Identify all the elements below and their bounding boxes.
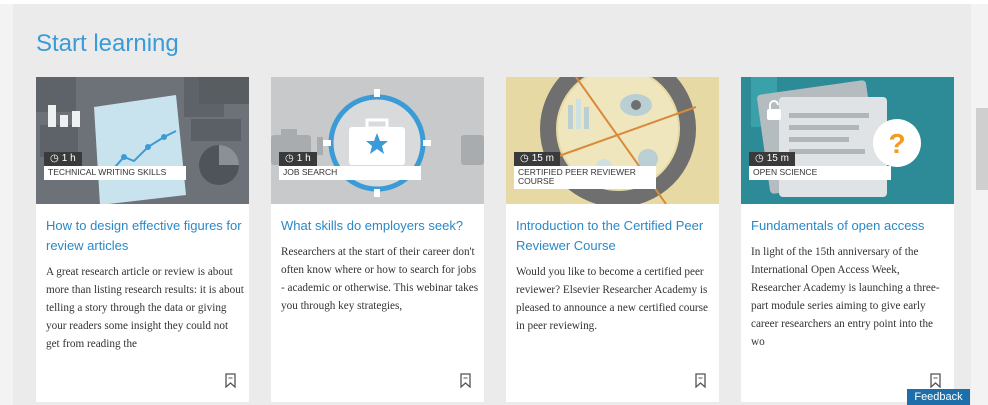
bookmark-icon[interactable] xyxy=(929,373,942,388)
clock-icon: ◷ xyxy=(755,153,764,164)
course-card-open-access[interactable]: ? ◷ 15 m OPEN SCIENCE Fundamentals of op… xyxy=(741,77,954,402)
course-title-link[interactable]: Introduction to the Certified Peer Revie… xyxy=(516,216,712,256)
duration-badge: ◷ 1 h xyxy=(279,152,317,166)
course-title-link[interactable]: Fundamentals of open access xyxy=(751,216,947,236)
duration-badge: ◷ 15 m xyxy=(749,152,795,166)
course-description: In light of the 15th anniversary of the … xyxy=(751,246,940,348)
course-title-link[interactable]: How to design effective figures for revi… xyxy=(46,216,242,256)
bookmark-icon[interactable] xyxy=(459,373,472,388)
category-label: JOB SEARCH xyxy=(279,166,421,180)
course-thumbnail: ◷ 1 h TECHNICAL WRITING SKILLS xyxy=(36,77,249,204)
course-description: Would you like to become a certified pee… xyxy=(516,266,708,332)
course-card-peer-reviewer[interactable]: ◷ 15 m CERTIFIED PEER REVIEWER COURSE In… xyxy=(506,77,719,402)
course-title-link[interactable]: What skills do employers seek? xyxy=(281,216,477,236)
clock-icon: ◷ xyxy=(50,153,59,164)
course-card-figures[interactable]: ◷ 1 h TECHNICAL WRITING SKILLS How to de… xyxy=(36,77,249,402)
svg-text:?: ? xyxy=(888,128,905,159)
scrollbar-thumb[interactable] xyxy=(976,108,988,190)
duration-badge: ◷ 15 m xyxy=(514,152,560,166)
section-title: Start learning xyxy=(36,30,179,57)
bookmark-icon[interactable] xyxy=(694,373,707,388)
duration-badge: ◷ 1 h xyxy=(44,152,82,166)
course-thumbnail: ? ◷ 15 m OPEN SCIENCE xyxy=(741,77,954,204)
bookmark-icon[interactable] xyxy=(224,373,237,388)
course-description: Researchers at the start of their career… xyxy=(281,246,479,312)
feedback-button[interactable]: Feedback xyxy=(907,389,970,405)
course-description: A great research article or review is ab… xyxy=(46,266,244,350)
course-thumbnail: ◷ 1 h JOB SEARCH xyxy=(271,77,484,204)
category-label: OPEN SCIENCE xyxy=(749,166,891,180)
clock-icon: ◷ xyxy=(285,153,294,164)
category-label: CERTIFIED PEER REVIEWER COURSE xyxy=(514,166,656,189)
course-card-employers[interactable]: ◷ 1 h JOB SEARCH What skills do employer… xyxy=(271,77,484,402)
clock-icon: ◷ xyxy=(520,153,529,164)
course-thumbnail: ◷ 15 m CERTIFIED PEER REVIEWER COURSE xyxy=(506,77,719,204)
category-label: TECHNICAL WRITING SKILLS xyxy=(44,166,186,180)
